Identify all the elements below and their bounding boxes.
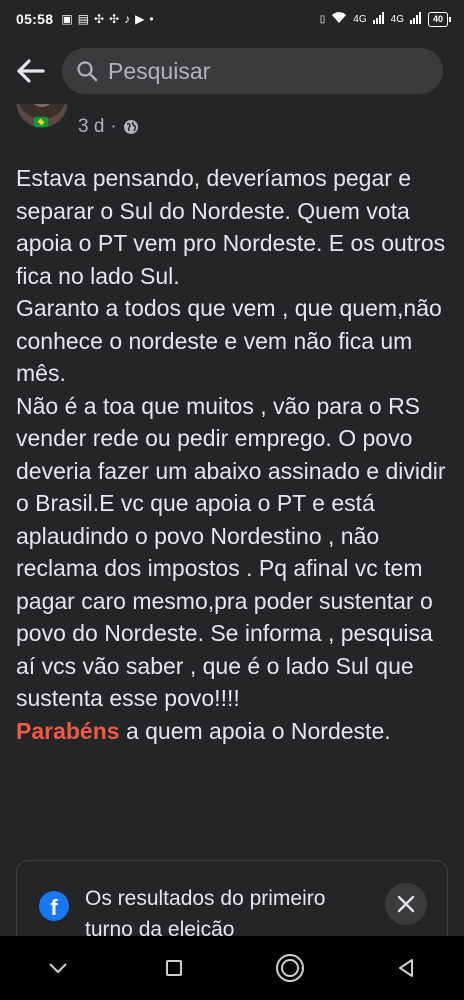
post-paragraph: Estava pensando, deveríamos pegar e sepa… <box>16 165 446 289</box>
news-icon: ▤ <box>77 12 89 26</box>
youtube-icon: ▶ <box>135 12 145 26</box>
post-text: Estava pensando, deveríamos pegar e sepa… <box>16 162 456 747</box>
flag-badge-icon <box>34 117 48 127</box>
dot-icon: • <box>149 12 154 26</box>
search-placeholder: Pesquisar <box>108 57 211 84</box>
nav-recents-button[interactable] <box>154 948 194 988</box>
network-type-1: 4G <box>353 13 367 25</box>
chevron-down-icon <box>49 963 67 974</box>
battery-icon: 40 <box>427 11 452 27</box>
back-button[interactable] <box>14 54 48 88</box>
signal-icon-1 <box>372 11 385 27</box>
network-type-2: 4G <box>390 13 404 25</box>
post-paragraph-final: Parabéns a quem apoia o Nordeste. <box>16 715 456 748</box>
highlighted-word[interactable]: Parabéns <box>16 718 120 744</box>
vibrate-icon: ▯ <box>319 13 326 25</box>
status-time: 05:58 <box>16 11 54 27</box>
signal-icon-2 <box>409 11 422 27</box>
nav-back-button[interactable] <box>386 948 426 988</box>
nav-collapse-button[interactable] <box>38 948 78 988</box>
photo-icon: ▣ <box>61 12 73 26</box>
final-text: a quem apoia o Nordeste. <box>119 717 391 744</box>
square-icon <box>166 960 182 976</box>
close-button[interactable] <box>385 883 427 925</box>
search-header: Pesquisar <box>0 38 464 104</box>
pinwheel-icon: ✣ <box>94 12 105 26</box>
system-nav-bar <box>0 936 464 1000</box>
wifi-icon <box>331 11 347 27</box>
search-input[interactable]: Pesquisar <box>62 48 443 94</box>
search-icon <box>77 61 98 82</box>
home-circle-icon <box>276 954 304 982</box>
facebook-icon: f <box>39 891 69 921</box>
globe-icon <box>123 120 138 134</box>
meta-separator: · <box>110 116 117 137</box>
back-arrow-icon <box>17 59 45 83</box>
tiktok-icon: ♪ <box>124 12 131 26</box>
notification-icons: ▣ ▤ ✣ ✣ ♪ ▶ • <box>61 12 153 26</box>
post-meta: 3 d · <box>78 116 139 138</box>
post-paragraph: Garanto a todos que vem , que quem,não c… <box>16 295 442 386</box>
post-paragraph: Não é a toa que muitos , vão para o RS v… <box>16 392 446 712</box>
nav-home-button[interactable] <box>270 948 310 988</box>
post-timestamp[interactable]: 3 d <box>78 116 104 138</box>
pinwheel-icon-2: ✣ <box>109 12 120 26</box>
triangle-back-icon <box>399 959 413 977</box>
status-bar: 05:58 ▣ ▤ ✣ ✣ ♪ ▶ • ▯ 4G 4G 40 <box>0 0 464 38</box>
close-icon <box>397 895 415 913</box>
